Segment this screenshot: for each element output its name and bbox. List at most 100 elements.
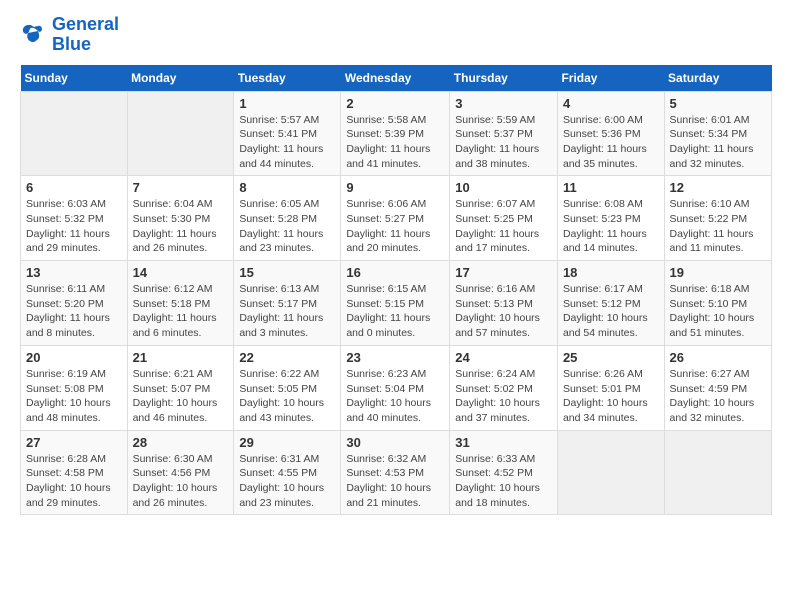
day-number: 3 <box>455 96 552 111</box>
day-number: 23 <box>346 350 444 365</box>
calendar-cell: 26 Sunrise: 6:27 AM Sunset: 4:59 PM Dayli… <box>664 345 771 430</box>
day-info: Sunrise: 6:07 AM Sunset: 5:25 PM Dayligh… <box>455 197 552 256</box>
day-number: 21 <box>133 350 229 365</box>
calendar-week-row: 13 Sunrise: 6:11 AM Sunset: 5:20 PM Dayli… <box>21 261 772 346</box>
day-info: Sunrise: 6:08 AM Sunset: 5:23 PM Dayligh… <box>563 197 659 256</box>
day-number: 8 <box>239 180 335 195</box>
calendar-cell: 24 Sunrise: 6:24 AM Sunset: 5:02 PM Dayli… <box>450 345 558 430</box>
day-info: Sunrise: 6:04 AM Sunset: 5:30 PM Dayligh… <box>133 197 229 256</box>
day-number: 10 <box>455 180 552 195</box>
calendar-cell: 10 Sunrise: 6:07 AM Sunset: 5:25 PM Dayli… <box>450 176 558 261</box>
day-info: Sunrise: 5:58 AM Sunset: 5:39 PM Dayligh… <box>346 113 444 172</box>
calendar-cell: 28Sunrise: 6:30 AM Sunset: 4:56 PM Dayli… <box>127 430 234 515</box>
day-number: 11 <box>563 180 659 195</box>
day-number: 12 <box>670 180 766 195</box>
day-info: Sunrise: 6:18 AM Sunset: 5:10 PM Dayligh… <box>670 282 766 341</box>
day-info: Sunrise: 6:30 AM Sunset: 4:56 PM Dayligh… <box>133 452 229 511</box>
logo-icon <box>20 21 48 49</box>
weekday-header: Sunday <box>21 65 128 92</box>
calendar-cell: 8 Sunrise: 6:05 AM Sunset: 5:28 PM Daylig… <box>234 176 341 261</box>
calendar-week-row: 6 Sunrise: 6:03 AM Sunset: 5:32 PM Daylig… <box>21 176 772 261</box>
page-header: General Blue <box>20 15 772 55</box>
day-info: Sunrise: 5:59 AM Sunset: 5:37 PM Dayligh… <box>455 113 552 172</box>
day-number: 6 <box>26 180 122 195</box>
weekday-header: Friday <box>557 65 664 92</box>
calendar-cell: 20 Sunrise: 6:19 AM Sunset: 5:08 PM Dayli… <box>21 345 128 430</box>
day-info: Sunrise: 6:33 AM Sunset: 4:52 PM Dayligh… <box>455 452 552 511</box>
calendar-cell: 21 Sunrise: 6:21 AM Sunset: 5:07 PM Dayli… <box>127 345 234 430</box>
day-info: Sunrise: 6:32 AM Sunset: 4:53 PM Dayligh… <box>346 452 444 511</box>
calendar-cell: 4Sunrise: 6:00 AM Sunset: 5:36 PM Daylig… <box>557 91 664 176</box>
day-info: Sunrise: 6:21 AM Sunset: 5:07 PM Dayligh… <box>133 367 229 426</box>
day-number: 18 <box>563 265 659 280</box>
day-info: Sunrise: 6:10 AM Sunset: 5:22 PM Dayligh… <box>670 197 766 256</box>
day-number: 19 <box>670 265 766 280</box>
day-number: 2 <box>346 96 444 111</box>
calendar-table: SundayMondayTuesdayWednesdayThursdayFrid… <box>20 65 772 516</box>
calendar-cell: 30 Sunrise: 6:32 AM Sunset: 4:53 PM Dayli… <box>341 430 450 515</box>
day-info: Sunrise: 5:57 AM Sunset: 5:41 PM Dayligh… <box>239 113 335 172</box>
calendar-cell <box>664 430 771 515</box>
day-number: 5 <box>670 96 766 111</box>
day-info: Sunrise: 6:05 AM Sunset: 5:28 PM Dayligh… <box>239 197 335 256</box>
calendar-cell: 14 Sunrise: 6:12 AM Sunset: 5:18 PM Dayli… <box>127 261 234 346</box>
day-number: 29 <box>239 435 335 450</box>
day-info: Sunrise: 6:12 AM Sunset: 5:18 PM Dayligh… <box>133 282 229 341</box>
day-number: 31 <box>455 435 552 450</box>
logo: General Blue <box>20 15 119 55</box>
day-info: Sunrise: 6:23 AM Sunset: 5:04 PM Dayligh… <box>346 367 444 426</box>
calendar-body: 1 Sunrise: 5:57 AM Sunset: 5:41 PM Daylig… <box>21 91 772 515</box>
day-info: Sunrise: 6:19 AM Sunset: 5:08 PM Dayligh… <box>26 367 122 426</box>
calendar-cell: 16Sunrise: 6:15 AM Sunset: 5:15 PM Dayli… <box>341 261 450 346</box>
calendar-cell: 15Sunrise: 6:13 AM Sunset: 5:17 PM Dayli… <box>234 261 341 346</box>
day-number: 20 <box>26 350 122 365</box>
calendar-week-row: 27Sunrise: 6:28 AM Sunset: 4:58 PM Dayli… <box>21 430 772 515</box>
day-number: 26 <box>670 350 766 365</box>
calendar-cell: 19 Sunrise: 6:18 AM Sunset: 5:10 PM Dayli… <box>664 261 771 346</box>
calendar-cell: 23 Sunrise: 6:23 AM Sunset: 5:04 PM Dayli… <box>341 345 450 430</box>
day-info: Sunrise: 6:03 AM Sunset: 5:32 PM Dayligh… <box>26 197 122 256</box>
day-info: Sunrise: 6:27 AM Sunset: 4:59 PM Dayligh… <box>670 367 766 426</box>
calendar-cell: 7 Sunrise: 6:04 AM Sunset: 5:30 PM Daylig… <box>127 176 234 261</box>
calendar-week-row: 1 Sunrise: 5:57 AM Sunset: 5:41 PM Daylig… <box>21 91 772 176</box>
calendar-header-row: SundayMondayTuesdayWednesdayThursdayFrid… <box>21 65 772 92</box>
day-number: 27 <box>26 435 122 450</box>
day-number: 7 <box>133 180 229 195</box>
calendar-cell <box>557 430 664 515</box>
weekday-header: Saturday <box>664 65 771 92</box>
calendar-cell: 17 Sunrise: 6:16 AM Sunset: 5:13 PM Dayli… <box>450 261 558 346</box>
weekday-header: Tuesday <box>234 65 341 92</box>
day-number: 1 <box>239 96 335 111</box>
day-info: Sunrise: 6:26 AM Sunset: 5:01 PM Dayligh… <box>563 367 659 426</box>
calendar-cell: 12 Sunrise: 6:10 AM Sunset: 5:22 PM Dayli… <box>664 176 771 261</box>
day-number: 22 <box>239 350 335 365</box>
calendar-cell <box>21 91 128 176</box>
calendar-cell: 13 Sunrise: 6:11 AM Sunset: 5:20 PM Dayli… <box>21 261 128 346</box>
calendar-cell: 29 Sunrise: 6:31 AM Sunset: 4:55 PM Dayli… <box>234 430 341 515</box>
day-info: Sunrise: 6:11 AM Sunset: 5:20 PM Dayligh… <box>26 282 122 341</box>
calendar-cell: 25 Sunrise: 6:26 AM Sunset: 5:01 PM Dayli… <box>557 345 664 430</box>
day-info: Sunrise: 6:16 AM Sunset: 5:13 PM Dayligh… <box>455 282 552 341</box>
weekday-header: Thursday <box>450 65 558 92</box>
calendar-cell: 18Sunrise: 6:17 AM Sunset: 5:12 PM Dayli… <box>557 261 664 346</box>
calendar-cell: 1 Sunrise: 5:57 AM Sunset: 5:41 PM Daylig… <box>234 91 341 176</box>
calendar-cell: 22 Sunrise: 6:22 AM Sunset: 5:05 PM Dayli… <box>234 345 341 430</box>
calendar-cell <box>127 91 234 176</box>
calendar-cell: 11 Sunrise: 6:08 AM Sunset: 5:23 PM Dayli… <box>557 176 664 261</box>
day-info: Sunrise: 6:31 AM Sunset: 4:55 PM Dayligh… <box>239 452 335 511</box>
day-number: 30 <box>346 435 444 450</box>
day-number: 14 <box>133 265 229 280</box>
day-info: Sunrise: 6:22 AM Sunset: 5:05 PM Dayligh… <box>239 367 335 426</box>
day-info: Sunrise: 6:15 AM Sunset: 5:15 PM Dayligh… <box>346 282 444 341</box>
day-info: Sunrise: 6:24 AM Sunset: 5:02 PM Dayligh… <box>455 367 552 426</box>
day-number: 24 <box>455 350 552 365</box>
weekday-header: Wednesday <box>341 65 450 92</box>
calendar-cell: 9Sunrise: 6:06 AM Sunset: 5:27 PM Daylig… <box>341 176 450 261</box>
day-info: Sunrise: 6:00 AM Sunset: 5:36 PM Dayligh… <box>563 113 659 172</box>
day-number: 17 <box>455 265 552 280</box>
day-number: 25 <box>563 350 659 365</box>
day-number: 13 <box>26 265 122 280</box>
logo-text: General Blue <box>52 15 119 55</box>
calendar-cell: 31 Sunrise: 6:33 AM Sunset: 4:52 PM Dayli… <box>450 430 558 515</box>
calendar-cell: 2 Sunrise: 5:58 AM Sunset: 5:39 PM Daylig… <box>341 91 450 176</box>
